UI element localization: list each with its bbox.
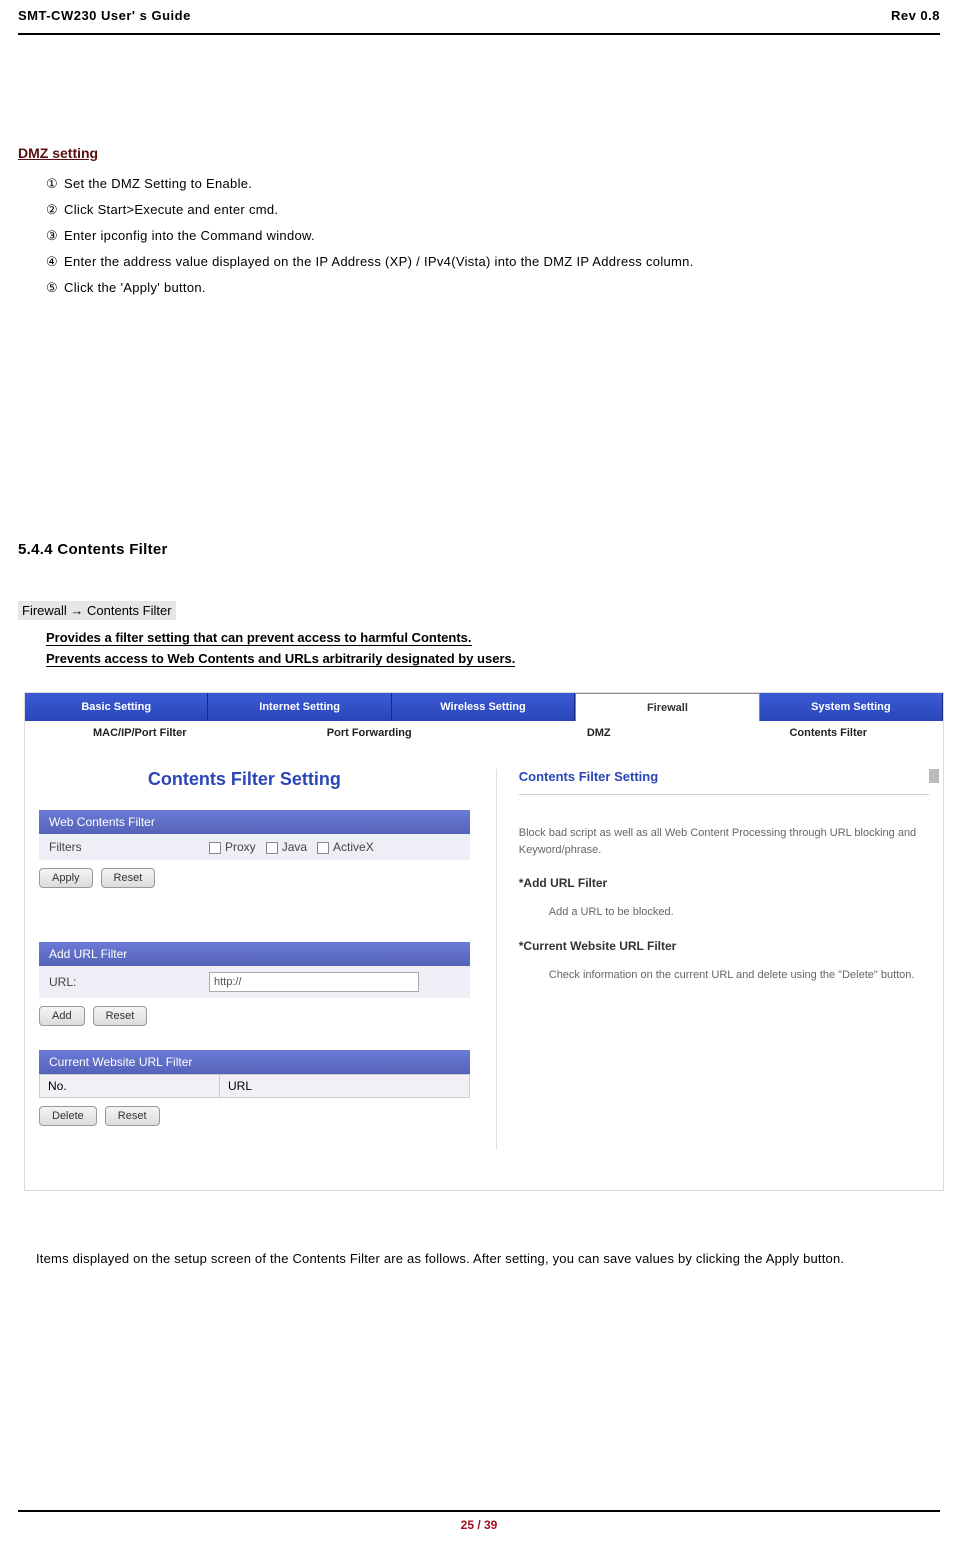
breadcrumb: Firewall → Contents Filter: [18, 602, 940, 620]
current-website-url-filter-header: Current Website URL Filter: [39, 1050, 470, 1074]
desc-line-2: Prevents access to Web Contents and URLs…: [46, 651, 515, 667]
help-title: Contents Filter Setting: [519, 769, 929, 795]
checkbox-activex[interactable]: [317, 842, 329, 854]
help-intro: Block bad script as well as all Web Cont…: [519, 825, 929, 858]
breadcrumb-text: Firewall → Contents Filter: [18, 601, 176, 620]
doc-rev: Rev 0.8: [891, 8, 940, 23]
url-input[interactable]: [209, 972, 419, 992]
tab-wireless-setting[interactable]: Wireless Setting: [392, 693, 575, 721]
add-url-filter-header: Add URL Filter: [39, 942, 470, 966]
step-num: ⑤: [46, 275, 64, 301]
top-tabs: Basic Setting Internet Setting Wireless …: [25, 693, 943, 721]
doc-title: SMT-CW230 User' s Guide: [18, 8, 191, 23]
step-text: Enter the address value displayed on the…: [64, 254, 694, 269]
tab-internet-setting[interactable]: Internet Setting: [208, 693, 391, 721]
checkbox-label: Proxy: [225, 840, 256, 854]
list-item: ⑤Click the 'Apply' button.: [46, 275, 940, 301]
help-text-current-url: Check information on the current URL and…: [549, 967, 929, 984]
page-title: Contents Filter Setting: [39, 769, 470, 790]
url-table-header: No. URL: [39, 1074, 470, 1098]
help-text-add-url: Add a URL to be blocked.: [549, 904, 929, 921]
step-num: ①: [46, 171, 64, 197]
scrollbar-indicator[interactable]: [929, 769, 939, 783]
header-rule: [18, 33, 940, 35]
filters-label: Filters: [49, 840, 199, 854]
col-url: URL: [220, 1075, 469, 1097]
subtab-mac-ip-port-filter[interactable]: MAC/IP/Port Filter: [25, 721, 255, 745]
tab-system-setting[interactable]: System Setting: [760, 693, 943, 721]
step-num: ②: [46, 197, 64, 223]
help-panel: Contents Filter Setting Block bad script…: [496, 769, 929, 1150]
reset-button-2[interactable]: Reset: [93, 1006, 148, 1026]
router-admin-panel: Basic Setting Internet Setting Wireless …: [24, 692, 944, 1191]
reset-button-3[interactable]: Reset: [105, 1106, 160, 1126]
step-num: ④: [46, 249, 64, 275]
list-item: ①Set the DMZ Setting to Enable.: [46, 171, 940, 197]
reset-button[interactable]: Reset: [101, 868, 156, 888]
url-row: URL:: [39, 966, 470, 998]
footer-rule: [18, 1510, 940, 1512]
apply-button[interactable]: Apply: [39, 868, 93, 888]
step-num: ③: [46, 223, 64, 249]
list-item: ②Click Start>Execute and enter cmd.: [46, 197, 940, 223]
subtab-contents-filter[interactable]: Contents Filter: [714, 721, 944, 745]
section-heading: 5.4.4 Contents Filter: [18, 541, 940, 558]
step-text: Set the DMZ Setting to Enable.: [64, 176, 252, 191]
subtab-port-forwarding[interactable]: Port Forwarding: [255, 721, 485, 745]
list-item: ③Enter ipconfig into the Command window.: [46, 223, 940, 249]
help-sub-add-url: *Add URL Filter: [519, 876, 929, 890]
help-sub-current-url: *Current Website URL Filter: [519, 939, 929, 953]
subtab-dmz[interactable]: DMZ: [484, 721, 714, 745]
tab-basic-setting[interactable]: Basic Setting: [25, 693, 208, 721]
settings-form: Contents Filter Setting Web Contents Fil…: [39, 769, 470, 1150]
step-text: Enter ipconfig into the Command window.: [64, 228, 315, 243]
bottom-note: Items displayed on the setup screen of t…: [18, 1251, 940, 1266]
tab-firewall[interactable]: Firewall: [575, 693, 759, 721]
checkbox-label: ActiveX: [333, 840, 374, 854]
url-label: URL:: [49, 975, 199, 989]
checkbox-label: Java: [282, 840, 307, 854]
step-text: Click Start>Execute and enter cmd.: [64, 202, 278, 217]
dmz-heading: DMZ setting: [18, 145, 940, 161]
checkbox-proxy[interactable]: [209, 842, 221, 854]
add-button[interactable]: Add: [39, 1006, 85, 1026]
page-number: 25 / 39: [0, 1518, 958, 1532]
dmz-steps: ①Set the DMZ Setting to Enable. ②Click S…: [46, 171, 940, 301]
desc-line-1: Provides a filter setting that can preve…: [46, 630, 472, 646]
col-no: No.: [40, 1075, 220, 1097]
step-text: Click the 'Apply' button.: [64, 280, 206, 295]
filters-row: Filters Proxy Java ActiveX: [39, 834, 470, 860]
list-item: ④Enter the address value displayed on th…: [46, 249, 940, 275]
checkbox-java[interactable]: [266, 842, 278, 854]
delete-button[interactable]: Delete: [39, 1106, 97, 1126]
web-contents-filter-header: Web Contents Filter: [39, 810, 470, 834]
sub-tabs: MAC/IP/Port Filter Port Forwarding DMZ C…: [25, 721, 943, 745]
